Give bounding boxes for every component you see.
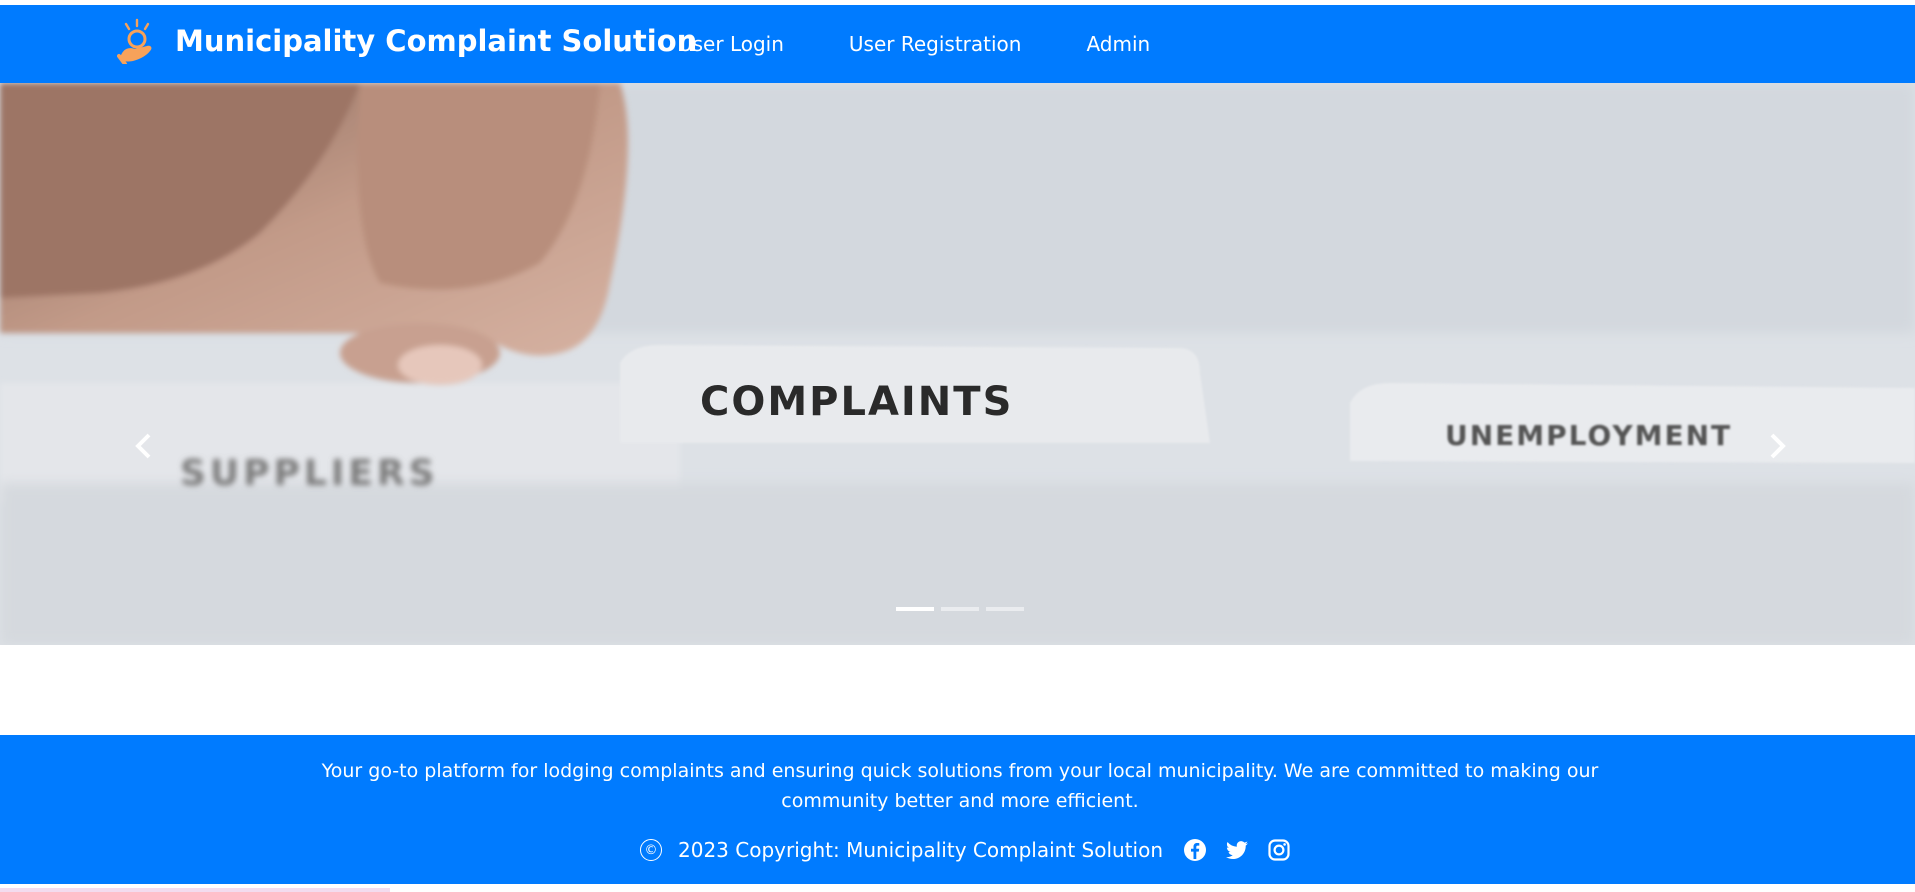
navbar: Municipality Complaint Solution User Log… [0,5,1915,83]
complaints-folder-slide-image: COMPLAINTS UNEMPLOYMENT SUPPLIERS [0,83,1915,645]
folder-label-unemployment: UNEMPLOYMENT [1445,419,1732,452]
carousel-next-button[interactable] [1757,421,1797,471]
nav-admin[interactable]: Admin [1086,32,1150,56]
nav-links: User Login User Registration Admin [678,5,1215,83]
copyright-icon: © [640,839,662,861]
carousel-indicator-3[interactable] [986,607,1024,611]
footer-description: Your go-to platform for lodging complain… [321,760,1599,812]
copyright-text: 2023 Copyright: Municipality Complaint S… [678,838,1163,862]
facebook-icon[interactable] [1183,838,1207,862]
footer: Your go-to platform for lodging complain… [0,735,1915,884]
brand-link[interactable]: Municipality Complaint Solution [117,18,697,64]
nav-user-registration[interactable]: User Registration [849,32,1022,56]
chevron-right-icon [1770,433,1786,459]
nav-user-login[interactable]: User Login [678,32,784,56]
folder-label-suppliers: SUPPLIERS [180,453,439,494]
horizontal-scroll-indicator [0,888,390,892]
carousel-prev-button[interactable] [124,421,164,471]
complaint-hand-logo-icon [117,18,152,64]
chevron-left-icon [135,433,151,459]
carousel-indicator-1[interactable] [896,607,934,611]
brand-name: Municipality Complaint Solution [175,24,698,58]
folder-label-complaints: COMPLAINTS [700,379,1013,425]
hero-carousel: COMPLAINTS UNEMPLOYMENT SUPPLIERS [0,83,1915,645]
twitter-icon[interactable] [1225,838,1249,862]
carousel-indicators [896,607,1024,611]
footer-bottom-row: © 2023 Copyright: Municipality Complaint… [0,838,1915,862]
instagram-icon[interactable] [1267,838,1291,862]
carousel-indicator-2[interactable] [941,607,979,611]
